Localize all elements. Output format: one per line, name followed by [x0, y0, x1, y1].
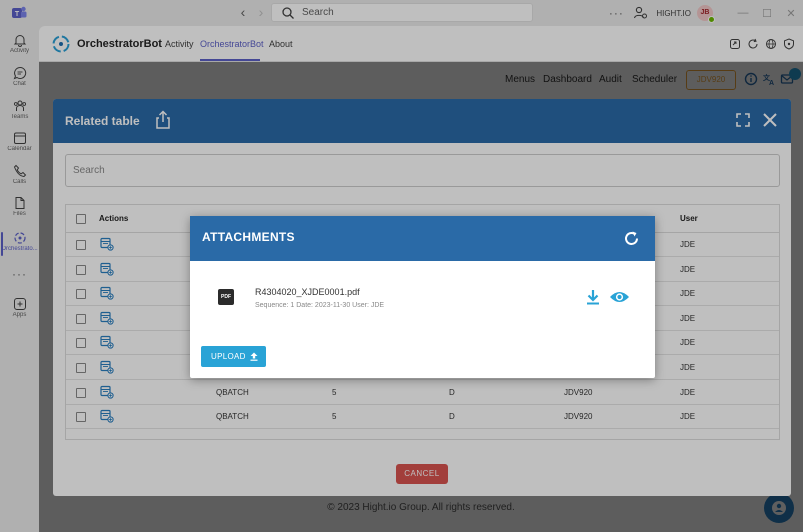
attachments-title: ATTACHMENTS: [202, 230, 295, 244]
upload-button[interactable]: UPLOAD: [201, 346, 266, 367]
view-eye-icon[interactable]: [609, 290, 630, 304]
upload-button-label: UPLOAD: [211, 352, 246, 361]
upload-icon: [250, 352, 258, 361]
attachments-header: ATTACHMENTS: [190, 216, 655, 261]
pdf-file-icon: PDF: [218, 289, 234, 305]
attachment-meta: Sequence: 1 Date: 2023-11-30 User: JDE: [255, 302, 385, 309]
download-icon[interactable]: [586, 289, 600, 305]
attachments-modal: ATTACHMENTS PDF R4304020_XJDE0001.pdf Se…: [190, 216, 655, 378]
refresh-icon[interactable]: [623, 230, 640, 247]
attachment-filename: R4304020_XJDE0001.pdf: [255, 287, 360, 297]
